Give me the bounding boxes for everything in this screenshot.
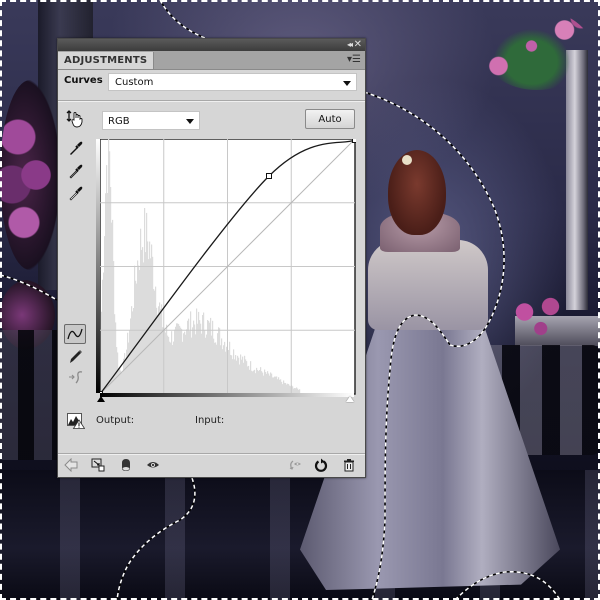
curve-edit-tool-button[interactable]: [64, 324, 86, 344]
curve-control-point[interactable]: [352, 139, 357, 143]
chevron-down-icon: [343, 81, 351, 86]
tab-adjustments[interactable]: ADJUSTMENTS: [58, 52, 155, 69]
stone-pillar-right: [566, 50, 588, 310]
preset-value: Custom: [115, 77, 154, 88]
divider: [58, 453, 365, 455]
panel-tabbar: ADJUSTMENTS ▾☰: [58, 51, 365, 70]
collapse-panel-button[interactable]: ◂◂: [347, 40, 353, 50]
pencil-draw-icon[interactable]: [68, 348, 84, 364]
flowers-right-top: [482, 10, 592, 90]
input-gradient-bar: [100, 393, 354, 397]
adjustment-type-label: Curves: [64, 75, 103, 86]
curve-control-point[interactable]: [266, 173, 272, 179]
smooth-curve-icon[interactable]: [68, 369, 84, 385]
white-point-slider[interactable]: [346, 396, 354, 402]
back-arrow-icon[interactable]: [64, 458, 78, 472]
woman-bodice: [368, 240, 488, 330]
clip-to-layer-icon[interactable]: [91, 458, 105, 472]
clipping-warning-icon[interactable]: [67, 413, 85, 429]
auto-button[interactable]: Auto: [305, 109, 355, 129]
flowers-left: [0, 80, 60, 270]
channel-dropdown[interactable]: RGB: [102, 111, 200, 130]
white-point-eyedropper-icon[interactable]: [68, 185, 84, 201]
flowers-right-ledge: [505, 290, 570, 345]
delete-trash-icon[interactable]: [342, 458, 356, 472]
hair-flower: [402, 155, 412, 165]
reset-icon[interactable]: [314, 458, 328, 472]
channel-value: RGB: [108, 116, 130, 127]
curves-graph[interactable]: [96, 135, 358, 407]
curve-edit-tool-icon: [67, 328, 83, 340]
chevron-down-icon: [186, 119, 194, 124]
view-previous-state-icon[interactable]: [288, 458, 302, 472]
layer-mask-icon[interactable]: [119, 458, 133, 472]
gray-point-eyedropper-icon[interactable]: [68, 163, 84, 179]
visibility-eye-icon[interactable]: [146, 458, 160, 472]
balustrade-left: [0, 330, 60, 460]
panel-menu-icon[interactable]: ▾☰: [347, 54, 361, 66]
black-point-slider[interactable]: [97, 396, 105, 402]
panel-titlebar[interactable]: ◂◂ ✕: [58, 39, 365, 51]
preset-dropdown[interactable]: Custom: [108, 73, 357, 91]
adjustments-panel: ◂◂ ✕ ADJUSTMENTS ▾☰ Curves Custom RGB Au…: [57, 38, 366, 478]
on-image-adjust-icon[interactable]: [66, 109, 86, 129]
woman-hair: [388, 150, 446, 235]
curves-plot[interactable]: [100, 139, 356, 395]
divider: [58, 100, 365, 102]
close-panel-button[interactable]: ✕: [354, 39, 362, 50]
output-label: Output:: [96, 415, 135, 426]
black-point-eyedropper-icon[interactable]: [68, 140, 84, 156]
input-label: Input:: [195, 415, 225, 426]
